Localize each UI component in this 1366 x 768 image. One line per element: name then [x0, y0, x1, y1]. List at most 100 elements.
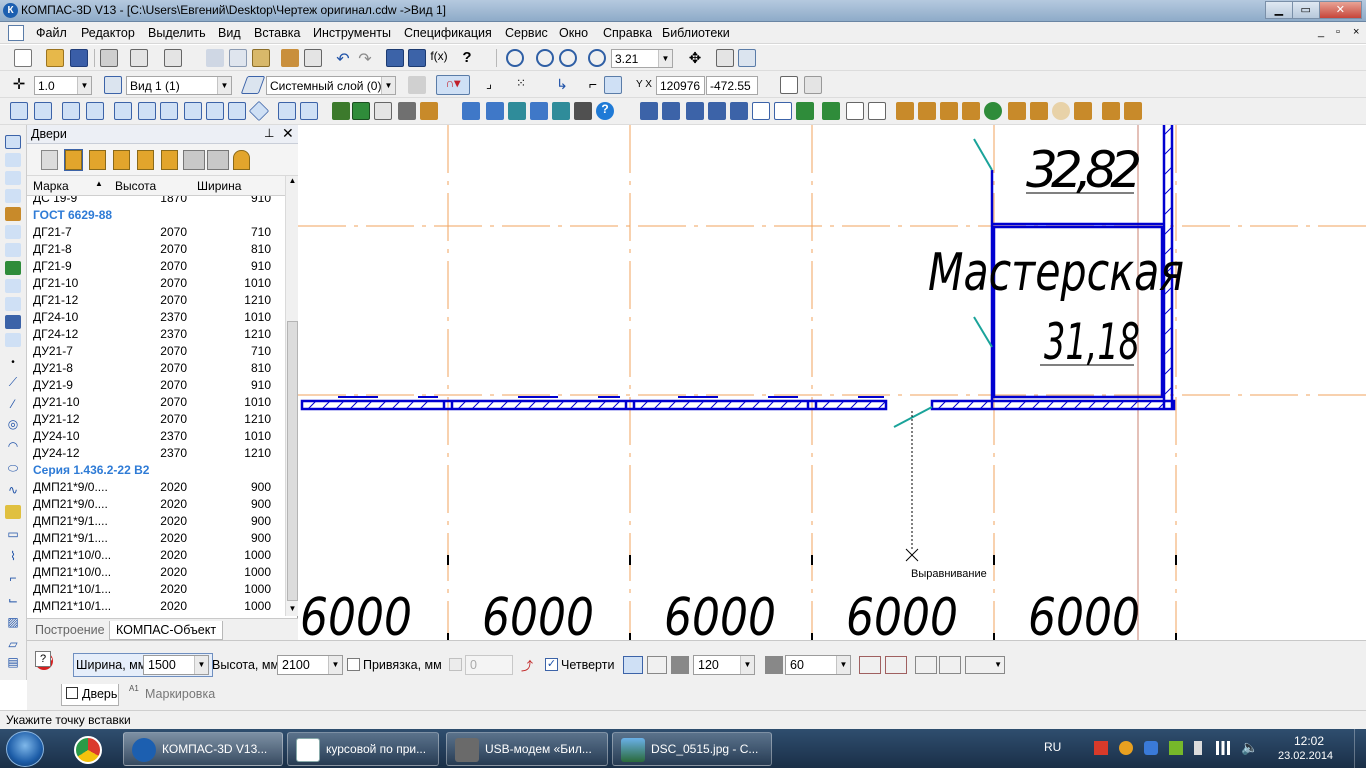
- layer-combo[interactable]: Системный слой (0) ▼: [266, 76, 396, 95]
- opening-icon[interactable]: [184, 102, 202, 120]
- geometry-icon[interactable]: [5, 135, 21, 149]
- coord-y-field[interactable]: -472.55: [706, 76, 758, 95]
- polyline-icon[interactable]: [5, 505, 21, 519]
- save-icon[interactable]: [70, 49, 88, 67]
- grid-axes-icon[interactable]: [10, 102, 28, 120]
- contour-icon[interactable]: ⌇: [5, 549, 21, 563]
- tab-marking[interactable]: A1 Маркировка: [125, 684, 217, 706]
- table-row[interactable]: ДС 19-9 1870 910: [27, 196, 285, 207]
- list-view-icon[interactable]: [41, 150, 58, 170]
- column-height[interactable]: Высота: [115, 179, 156, 193]
- help-question-icon[interactable]: ?: [35, 651, 51, 667]
- local-cs-icon[interactable]: ↳: [553, 76, 571, 94]
- page-icon[interactable]: [846, 102, 864, 120]
- figure-icon[interactable]: [1008, 102, 1026, 120]
- grid-icon[interactable]: ⁙: [512, 76, 530, 94]
- tree-icon[interactable]: [984, 102, 1002, 120]
- quarter-depth-input[interactable]: 120 ▼: [693, 655, 755, 675]
- drawing-canvas[interactable]: Выравнивание 32,82 Мастерская 31,18 6000…: [298, 125, 1366, 640]
- open-folder-icon[interactable]: [46, 49, 64, 67]
- close-panel-icon[interactable]: ✕: [282, 125, 294, 142]
- group-row[interactable]: ГОСТ 6629-88: [27, 207, 285, 224]
- edit-icon[interactable]: [5, 189, 21, 203]
- help-icon[interactable]: ?: [596, 102, 614, 120]
- mdi-restore-button[interactable]: ▫: [1336, 26, 1340, 38]
- function-icon[interactable]: f(x): [430, 49, 448, 67]
- view-icon[interactable]: [104, 76, 122, 94]
- tray-app-icon[interactable]: [1094, 741, 1108, 755]
- segment-icon[interactable]: ⁄: [5, 397, 21, 411]
- axis-icon[interactable]: [34, 102, 52, 120]
- zoom-in-icon[interactable]: [588, 49, 606, 67]
- taskbar-item-modem[interactable]: USB-модем «Бил...: [446, 732, 608, 766]
- more-tools-icon[interactable]: [804, 76, 822, 94]
- ortho-mode-icon[interactable]: ⌐: [584, 76, 602, 94]
- fillet-icon[interactable]: ⌙: [5, 593, 21, 607]
- snap-checkbox[interactable]: [347, 658, 360, 671]
- tab-kompas-object[interactable]: КОМПАС-Объект: [109, 621, 224, 640]
- scroll-thumb[interactable]: [287, 321, 298, 601]
- room-icon[interactable]: [300, 102, 318, 120]
- table-row[interactable]: ДМП21*9/0.... 2020 900: [27, 496, 285, 513]
- minimize-button[interactable]: ▁: [1265, 1, 1293, 19]
- menu-libraries[interactable]: Библиотеки: [662, 26, 730, 40]
- cloud-icon[interactable]: [1052, 102, 1070, 120]
- hinge-left-icon[interactable]: [859, 656, 881, 674]
- color-icon[interactable]: [408, 76, 426, 94]
- tray-battery-icon[interactable]: [1194, 741, 1202, 755]
- select-icon[interactable]: [5, 243, 21, 257]
- chair-icon[interactable]: [1124, 102, 1142, 120]
- pen-icon[interactable]: [822, 102, 840, 120]
- pin-icon[interactable]: ⊥: [264, 126, 274, 140]
- person-icon[interactable]: [462, 102, 480, 120]
- open-in-icon[interactable]: [915, 656, 937, 674]
- spec-icon[interactable]: [774, 102, 792, 120]
- pick-icon[interactable]: ⤴: [519, 657, 535, 673]
- table-row[interactable]: ДГ21-10 2070 1010: [27, 275, 285, 292]
- help-pointer-icon[interactable]: ?: [458, 49, 476, 67]
- language-indicator[interactable]: RU: [1044, 740, 1061, 754]
- export-icon[interactable]: [796, 102, 814, 120]
- menu-tools[interactable]: Инструменты: [313, 26, 391, 40]
- variables-icon[interactable]: [408, 49, 426, 67]
- clock-date[interactable]: 23.02.2014: [1278, 750, 1333, 762]
- new-document-icon[interactable]: [14, 49, 32, 67]
- mdi-close-button[interactable]: ×: [1353, 26, 1359, 38]
- menu-specification[interactable]: Спецификация: [404, 26, 492, 40]
- layer-icon[interactable]: [240, 76, 266, 94]
- chamfer-icon[interactable]: ⌐: [5, 571, 21, 585]
- tools-icon[interactable]: [508, 102, 526, 120]
- zoom-all-icon[interactable]: [559, 49, 577, 67]
- table-row[interactable]: ДГ21-8 2070 810: [27, 241, 285, 258]
- chrome-icon[interactable]: [74, 736, 102, 764]
- properties-icon[interactable]: [164, 49, 182, 67]
- tray-shield-icon[interactable]: [1119, 741, 1133, 755]
- table-row[interactable]: ДМП21*10/0... 2020 1000: [27, 564, 285, 581]
- scroll-up-icon[interactable]: ▲: [287, 176, 298, 188]
- brush-icon[interactable]: [281, 49, 299, 67]
- quarter-outside-icon[interactable]: [647, 656, 667, 674]
- snap-input[interactable]: 0: [465, 655, 513, 675]
- aux-line-icon[interactable]: ⟋: [5, 375, 21, 389]
- table-row[interactable]: ДМП21*10/1... 2020 1000: [27, 598, 285, 615]
- table-row[interactable]: ДУ24-12 2370 1210: [27, 445, 285, 462]
- height-input[interactable]: 2100 ▼: [277, 655, 343, 675]
- fill-icon[interactable]: ▤: [5, 655, 21, 669]
- tray-network-icon[interactable]: [1216, 741, 1230, 755]
- params-icon[interactable]: [5, 207, 21, 221]
- ellipse-icon[interactable]: ⬭: [5, 461, 21, 475]
- menu-help[interactable]: Справка: [603, 26, 652, 40]
- hatch-icon[interactable]: ▨: [5, 615, 21, 629]
- show-desktop-button[interactable]: [1354, 729, 1366, 768]
- lamp-icon[interactable]: [1030, 102, 1048, 120]
- building-icon[interactable]: [686, 102, 704, 120]
- arrow-icon[interactable]: [228, 102, 246, 120]
- menu-view[interactable]: Вид: [218, 26, 241, 40]
- hammer-icon[interactable]: [530, 102, 548, 120]
- zoom-combo[interactable]: 3.21 ▼: [611, 49, 673, 68]
- document-icon[interactable]: [8, 25, 24, 41]
- table-row[interactable]: ДУ21-9 2070 910: [27, 377, 285, 394]
- double-glass-door-icon[interactable]: [137, 150, 154, 170]
- table-row[interactable]: ДМП21*9/1.... 2020 900: [27, 530, 285, 547]
- report-icon[interactable]: [5, 297, 21, 311]
